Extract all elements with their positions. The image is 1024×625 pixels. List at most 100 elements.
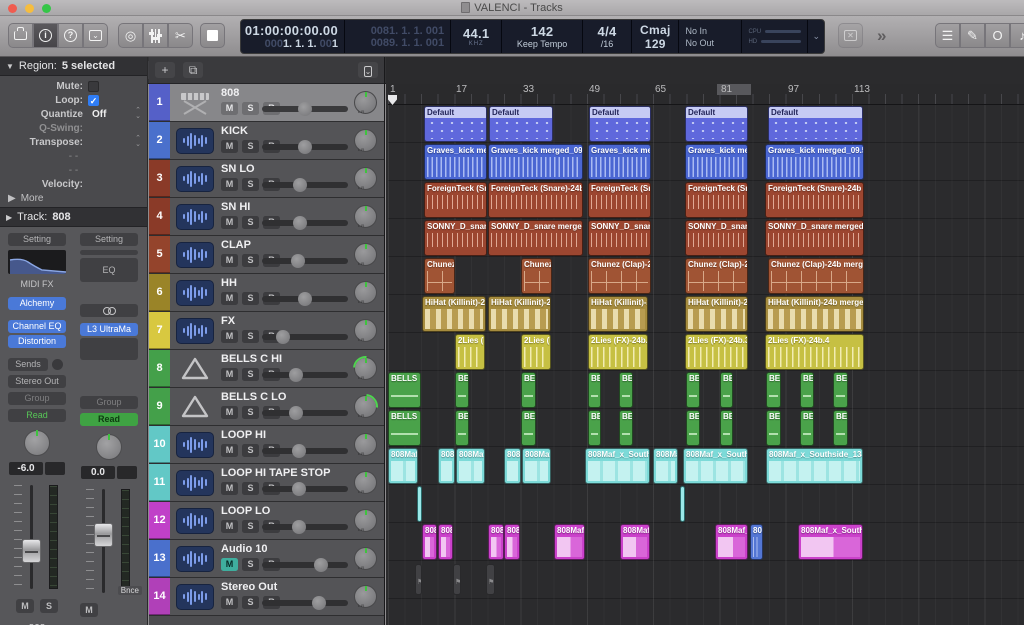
region[interactable]: ⚑ — [486, 564, 495, 595]
solo-button[interactable]: S — [40, 599, 58, 613]
group-slot[interactable]: Group — [80, 396, 138, 409]
track-mute-button[interactable]: M — [221, 406, 238, 419]
region[interactable]: HiHat (Killinit)-24b — [488, 296, 551, 332]
region[interactable]: 808 — [504, 524, 520, 560]
region[interactable]: BEL — [766, 372, 781, 408]
slider-thumb[interactable] — [276, 330, 290, 344]
region[interactable]: 2Lies (FX — [455, 334, 485, 370]
sends-slot[interactable]: Sends — [8, 358, 48, 371]
volume-value[interactable]: -6.0 — [9, 462, 43, 475]
region[interactable]: 808Maf_x_Southsid — [798, 524, 863, 560]
track-volume-slider[interactable] — [262, 182, 348, 188]
region[interactable]: ForeignTeck (Snare) — [685, 182, 748, 218]
track-solo-button[interactable]: S — [242, 596, 259, 609]
output-slot[interactable]: Stereo Out — [8, 375, 66, 388]
track-header[interactable]: 6HHMSRL R — [149, 274, 384, 312]
stepper-icon[interactable]: ⌃⌄ — [135, 108, 141, 120]
eq-slot-mini[interactable] — [80, 250, 138, 255]
region[interactable]: 808Maf_x_Southsid — [683, 448, 748, 484]
slider-thumb[interactable] — [292, 482, 306, 496]
region[interactable]: ⚑ — [453, 564, 461, 595]
track-pan-knob[interactable]: L R — [354, 319, 377, 342]
track-name[interactable]: HH — [221, 277, 237, 289]
track-header[interactable]: 14Stereo OutMSRL R — [149, 578, 384, 616]
track-solo-button[interactable]: S — [242, 102, 259, 115]
track-mute-button[interactable]: M — [221, 330, 238, 343]
track-header[interactable]: 2KICKMSRL R — [149, 122, 384, 160]
region[interactable]: ForeignTeck (Snare) — [424, 182, 487, 218]
track-pan-knob[interactable]: L R — [354, 167, 377, 190]
track-pan-knob[interactable]: L R — [354, 471, 377, 494]
track-header-options-button[interactable]: ⌄ — [358, 62, 378, 78]
track-pan-knob[interactable]: L R — [354, 91, 377, 114]
region[interactable]: BELLS — [388, 410, 421, 446]
region[interactable]: BEL — [766, 410, 781, 446]
track-name[interactable]: SN LO — [221, 163, 255, 175]
track-name[interactable]: LOOP LO — [221, 505, 270, 517]
more-disclosure[interactable]: ▶More — [0, 191, 147, 205]
slider-thumb[interactable] — [289, 368, 303, 382]
region[interactable]: BEL — [588, 372, 601, 408]
track-name[interactable]: FX — [221, 315, 235, 327]
audio-fx-slot-channel-eq[interactable]: Channel EQ — [8, 320, 66, 333]
track-name[interactable]: LOOP HI — [221, 429, 266, 441]
track-solo-button[interactable]: S — [242, 406, 259, 419]
track-volume-slider[interactable] — [262, 106, 348, 112]
add-track-button[interactable]: + — [155, 62, 175, 78]
region-inspector-header[interactable]: ▼ Region:5 selected — [0, 57, 147, 76]
region[interactable]: ForeignTeck (Snare)-24b merg — [765, 182, 864, 218]
region[interactable]: Chunez (Clap)-24b — [685, 258, 748, 294]
setting-button[interactable]: Setting — [8, 233, 66, 246]
region[interactable]: Graves_kick merged_09.2 — [488, 144, 583, 180]
track-header[interactable]: 12LOOP LOMSRL R — [149, 502, 384, 540]
track-pan-knob[interactable]: L R — [354, 357, 377, 380]
region[interactable]: 2Lies (FX)-24b.3 — [685, 334, 748, 370]
eq-thumbnail-placeholder[interactable]: EQ — [80, 258, 138, 282]
slider-thumb[interactable] — [292, 520, 306, 534]
mute-button[interactable]: M — [80, 603, 98, 617]
track-name[interactable]: BELLS C HI — [221, 353, 282, 365]
loop-checkbox[interactable]: ✓ — [88, 95, 99, 106]
region[interactable]: Default — [685, 106, 748, 142]
track-name[interactable]: Audio 10 — [221, 543, 267, 555]
track-name[interactable]: BELLS C LO — [221, 391, 286, 403]
track-volume-slider[interactable] — [262, 372, 348, 378]
send-knob[interactable] — [52, 359, 63, 370]
more-tools-chevron[interactable]: » — [877, 26, 886, 46]
track-volume-slider[interactable] — [262, 144, 348, 150]
bounce-badge[interactable]: Bnce — [118, 586, 142, 595]
eq-thumbnail[interactable] — [8, 250, 66, 274]
track-name[interactable]: LOOP HI TAPE STOP — [221, 467, 330, 479]
region[interactable]: 808Maf_ — [456, 448, 485, 484]
track-mute-button[interactable]: M — [221, 292, 238, 305]
track-volume-slider[interactable] — [262, 486, 348, 492]
setting-button[interactable]: Setting — [80, 233, 138, 246]
region[interactable]: BEL — [720, 372, 733, 408]
automation-mode-button[interactable]: Read — [80, 413, 138, 426]
track-pan-knob[interactable]: L R — [354, 205, 377, 228]
track-mute-button[interactable]: M — [221, 102, 238, 115]
audio-fx-slot-l3[interactable]: L3 UltraMa — [80, 323, 138, 336]
region[interactable]: BEL — [455, 372, 469, 408]
mixer-button[interactable] — [143, 23, 168, 48]
region[interactable]: BEL — [455, 410, 469, 446]
region[interactable]: SONNY_D_snare me — [685, 220, 748, 256]
region[interactable]: BEL — [800, 410, 814, 446]
track-volume-slider[interactable] — [262, 524, 348, 530]
track-header[interactable]: 7FXMSRL R — [149, 312, 384, 350]
track-solo-button[interactable]: S — [242, 254, 259, 267]
region[interactable]: HiHat (Killinit)-24b merged_1.4 — [765, 296, 864, 332]
region[interactable]: 808Maf_ — [522, 448, 551, 484]
region[interactable]: BEL — [588, 410, 601, 446]
region[interactable]: BEL — [833, 372, 848, 408]
track-volume-slider[interactable] — [262, 258, 348, 264]
region[interactable]: ForeignTeck (Snare)-24b merg — [488, 182, 583, 218]
automation-mode-button[interactable]: Read — [8, 409, 66, 422]
region[interactable]: 808Maf_x_Southsid — [585, 448, 650, 484]
region[interactable]: BEL — [686, 410, 700, 446]
track-solo-button[interactable]: S — [242, 216, 259, 229]
track-inspector-header[interactable]: ▶ Track:808 — [0, 208, 147, 227]
track-name[interactable]: SN HI — [221, 201, 250, 213]
region[interactable]: Default — [424, 106, 487, 142]
region[interactable]: 808 — [488, 524, 504, 560]
